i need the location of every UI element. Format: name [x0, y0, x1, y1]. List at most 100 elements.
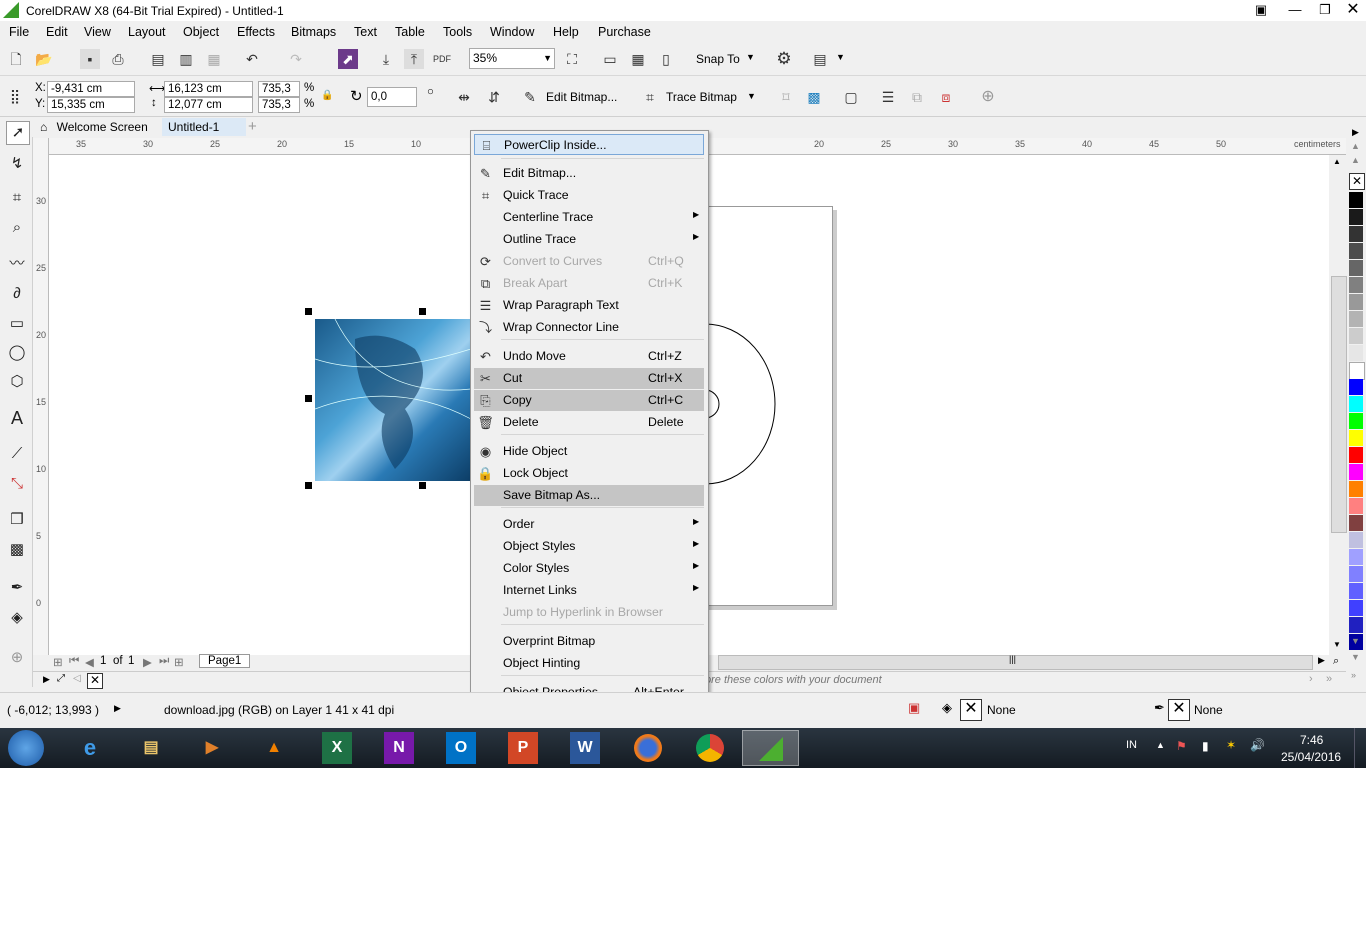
save-icon[interactable]: ▪ — [80, 49, 100, 69]
menu-item-order[interactable]: Order ▶ — [474, 514, 704, 535]
menu-bitmaps[interactable]: Bitmaps — [291, 25, 336, 39]
add-page-icon[interactable]: ⊞ — [53, 655, 63, 669]
menu-file[interactable]: File — [9, 25, 29, 39]
height-field[interactable]: 12,077 cm — [164, 97, 253, 113]
vlc-icon[interactable]: ▲ — [254, 732, 294, 764]
undo-toolbar-icon[interactable]: ↶ — [242, 49, 262, 69]
restore-panel-icon[interactable]: ▣ — [1246, 0, 1276, 21]
menu-item-cut[interactable]: ✂ Cut Ctrl+X — [474, 368, 704, 389]
menu-item-hide-object[interactable]: ◉ Hide Object — [474, 441, 704, 462]
x-position-field[interactable]: -9,431 cm — [47, 81, 135, 97]
add-page-end-icon[interactable]: ⊞ — [174, 655, 184, 669]
color-swatch[interactable] — [1349, 413, 1363, 429]
clock-time[interactable]: 7:46 — [1300, 733, 1323, 747]
scroll-down-icon[interactable]: ▼ — [1333, 640, 1341, 649]
transparency-icon[interactable]: ▩ — [6, 539, 28, 561]
vertical-scrollbar[interactable] — [1331, 276, 1347, 533]
menu-item-wrap-connector-line[interactable]: ⤵ Wrap Connector Line — [474, 317, 704, 338]
action-center-icon[interactable]: ⚑ — [1176, 739, 1187, 753]
excel-icon[interactable]: X — [322, 732, 352, 764]
show-desktop-button[interactable] — [1354, 728, 1366, 768]
color-swatch[interactable] — [1349, 600, 1363, 616]
ellipse-tool-icon[interactable]: ◯ — [6, 342, 28, 364]
outlook-icon[interactable]: O — [446, 732, 476, 764]
paste-toolbar-icon[interactable]: ▦ — [204, 49, 224, 69]
drop-shadow-icon[interactable]: ❒ — [6, 509, 28, 531]
prev-page-icon[interactable]: ◀ — [85, 655, 94, 669]
language-indicator[interactable]: IN — [1126, 739, 1137, 751]
horizontal-scrollbar[interactable]: ||| — [718, 654, 1313, 670]
show-guidelines-icon[interactable]: ▯ — [656, 49, 676, 69]
palette-scroll-left-icon[interactable]: ◁ — [73, 673, 81, 684]
color-swatch[interactable] — [1349, 362, 1365, 380]
firefox-icon[interactable] — [628, 732, 668, 764]
palette-expand-icon[interactable]: » — [1351, 670, 1356, 680]
add-icon[interactable]: ⊕ — [978, 87, 998, 107]
copy-toolbar-icon[interactable]: ▥ — [176, 49, 196, 69]
color-swatch[interactable] — [1349, 192, 1363, 208]
color-swatch[interactable] — [1349, 447, 1363, 463]
color-swatch[interactable] — [1349, 226, 1363, 242]
palette-menu-icon[interactable]: ▶ — [43, 674, 50, 685]
rectangle-tool-icon[interactable]: ▭ — [6, 313, 28, 335]
maximize-button[interactable]: ❐ — [1310, 0, 1340, 21]
menu-item-overprint-bitmap[interactable]: Overprint Bitmap — [474, 631, 704, 652]
menu-item-quick-trace[interactable]: ⌗ Quick Trace — [474, 185, 704, 206]
add-tab-icon[interactable]: + — [242, 118, 262, 136]
color-swatch[interactable] — [1349, 379, 1363, 395]
menu-item-wrap-paragraph-text[interactable]: ☰ Wrap Paragraph Text — [474, 295, 704, 316]
menu-window[interactable]: Window — [490, 25, 534, 39]
scale-y-field[interactable]: 735,3 — [258, 97, 300, 113]
export-icon[interactable]: ⤒ — [404, 49, 424, 69]
y-position-field[interactable]: 15,335 cm — [47, 97, 135, 113]
color-swatch[interactable] — [1349, 328, 1363, 344]
object-origin-icon[interactable]: ⣿ — [5, 86, 25, 106]
eyedropper-icon[interactable]: ✒ — [6, 577, 28, 599]
gear-icon[interactable]: ⚙ — [774, 49, 794, 69]
freehand-tool-icon[interactable]: 〰 — [6, 253, 28, 275]
world-map-bitmap[interactable] — [314, 318, 472, 481]
color-swatch[interactable] — [1349, 532, 1363, 548]
close-button[interactable]: ✕ — [1338, 0, 1366, 21]
start-button[interactable] — [8, 730, 44, 766]
color-swatch[interactable] — [1349, 617, 1363, 633]
menu-text[interactable]: Text — [354, 25, 377, 39]
cut-toolbar-icon[interactable]: ▤ — [148, 49, 168, 69]
rotation-angle-field[interactable]: 0,0 — [367, 87, 417, 107]
add-tool-icon[interactable]: ⊕ — [6, 647, 28, 669]
print-icon[interactable]: ⎙ — [108, 49, 128, 69]
clock-date[interactable]: 25/04/2016 — [1281, 750, 1341, 764]
status-arrow-icon[interactable]: ▶ — [114, 703, 121, 714]
search-content-icon[interactable]: ⬈ — [338, 49, 358, 69]
palette-scroll-right-icon[interactable]: › — [1309, 673, 1313, 685]
media-player-icon[interactable]: ▶ — [192, 732, 232, 764]
first-page-icon[interactable]: ⏮ — [69, 655, 79, 668]
redo-toolbar-icon[interactable]: ↷ — [286, 49, 306, 69]
menu-purchase[interactable]: Purchase — [598, 25, 651, 39]
color-swatch[interactable] — [1349, 464, 1363, 480]
full-screen-preview-icon[interactable]: ⛶ — [562, 49, 582, 69]
color-swatch[interactable] — [1349, 243, 1363, 259]
network-icon[interactable]: ✶ — [1226, 738, 1236, 752]
resample-icon[interactable]: ▩ — [804, 87, 824, 107]
chevron-down-icon[interactable]: ▼ — [543, 49, 552, 68]
color-swatch[interactable] — [1349, 498, 1363, 514]
menu-item-copy[interactable]: ⎘ Copy Ctrl+C — [474, 390, 704, 411]
mirror-vertical-icon[interactable]: ⇵ — [484, 87, 504, 107]
palette-expand-icon[interactable]: » — [1326, 673, 1332, 685]
show-rulers-icon[interactable]: ▭ — [600, 49, 620, 69]
zoom-level-input[interactable]: 35% ▼ — [469, 48, 555, 69]
combine-icon[interactable]: ⧈ — [936, 87, 956, 107]
coreldraw-taskbar-icon[interactable] — [742, 730, 799, 766]
lock-ratio-icon[interactable]: 🔒 — [321, 90, 333, 101]
color-swatch[interactable] — [1349, 430, 1363, 446]
selection-handle[interactable] — [419, 308, 426, 315]
text-tool-icon[interactable]: A — [6, 407, 28, 429]
palette-down2-icon[interactable]: ▼ — [1351, 652, 1360, 662]
color-swatch[interactable] — [1349, 294, 1363, 310]
minimize-button[interactable]: — — [1280, 0, 1310, 21]
palette-up-icon[interactable]: ▲ — [1351, 141, 1360, 151]
snap-to-dropdown[interactable]: Snap To — [696, 52, 740, 66]
zoom-tool-icon[interactable]: ⌕ — [6, 217, 28, 239]
menu-item-lock-object[interactable]: 🔒 Lock Object — [474, 463, 704, 484]
